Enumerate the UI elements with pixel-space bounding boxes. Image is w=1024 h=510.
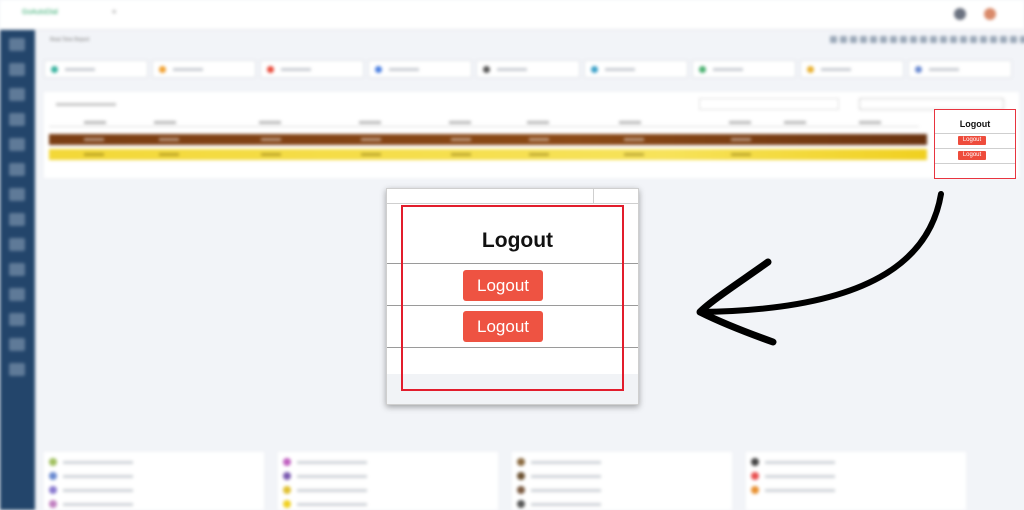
sidebar-icon[interactable] — [9, 363, 25, 376]
kpi-card — [692, 60, 796, 78]
sidebar-icon[interactable] — [9, 63, 25, 76]
table-row[interactable] — [49, 149, 927, 160]
logout-column-highlight: Logout Logout Logout — [934, 109, 1016, 179]
table-header — [49, 118, 919, 127]
sidebar-icon[interactable] — [9, 288, 25, 301]
sidebar-icon[interactable] — [9, 263, 25, 276]
sidebar-icon[interactable] — [9, 113, 25, 126]
breadcrumb: Real-Time Report — [50, 37, 90, 43]
kpi-card — [800, 60, 904, 78]
sidebar-icon[interactable] — [9, 213, 25, 226]
table-row[interactable] — [49, 134, 927, 145]
divider — [935, 163, 1015, 164]
summary-card — [512, 452, 732, 510]
kpi-card — [908, 60, 1012, 78]
divider — [593, 189, 594, 203]
search-input[interactable] — [56, 100, 176, 110]
filter-select[interactable] — [699, 98, 839, 110]
toolbar-icons[interactable] — [830, 36, 1024, 46]
kpi-card — [476, 60, 580, 78]
sidebar-icon[interactable] — [9, 163, 25, 176]
summary-card — [278, 452, 498, 510]
logout-button[interactable]: Logout — [958, 151, 986, 160]
sidebar-icon[interactable] — [9, 138, 25, 151]
logout-column-header: Logout — [959, 119, 991, 129]
kpi-card — [584, 60, 688, 78]
sidebar — [0, 30, 35, 510]
kpi-card — [152, 60, 256, 78]
sidebar-icon[interactable] — [9, 38, 25, 51]
top-bar: GoAutoDial ≡ — [0, 0, 1024, 30]
settings-icon[interactable] — [954, 8, 966, 20]
logout-button[interactable]: Logout — [958, 136, 986, 145]
divider — [935, 133, 1015, 134]
page: GoAutoDial ≡ Real-Time Report Logout Log… — [0, 0, 1024, 510]
brand-logo: GoAutoDial — [22, 9, 58, 16]
sidebar-icon[interactable] — [9, 88, 25, 101]
kpi-card — [368, 60, 472, 78]
summary-card — [44, 452, 264, 510]
menu-toggle-icon[interactable]: ≡ — [112, 9, 116, 16]
kpi-card — [260, 60, 364, 78]
summary-card — [746, 452, 966, 510]
sidebar-icon[interactable] — [9, 338, 25, 351]
divider — [935, 148, 1015, 149]
zoomed-logout-panel: Logout Logout Logout — [386, 188, 639, 405]
summary-cards — [44, 452, 1004, 510]
highlight-box — [401, 205, 624, 391]
sidebar-icon[interactable] — [9, 313, 25, 326]
agents-table — [44, 92, 1019, 178]
user-icon[interactable] — [984, 8, 996, 20]
kpi-card — [44, 60, 148, 78]
kpi-row — [44, 60, 1024, 80]
divider — [387, 203, 638, 204]
sidebar-icon[interactable] — [9, 238, 25, 251]
sidebar-icon[interactable] — [9, 188, 25, 201]
